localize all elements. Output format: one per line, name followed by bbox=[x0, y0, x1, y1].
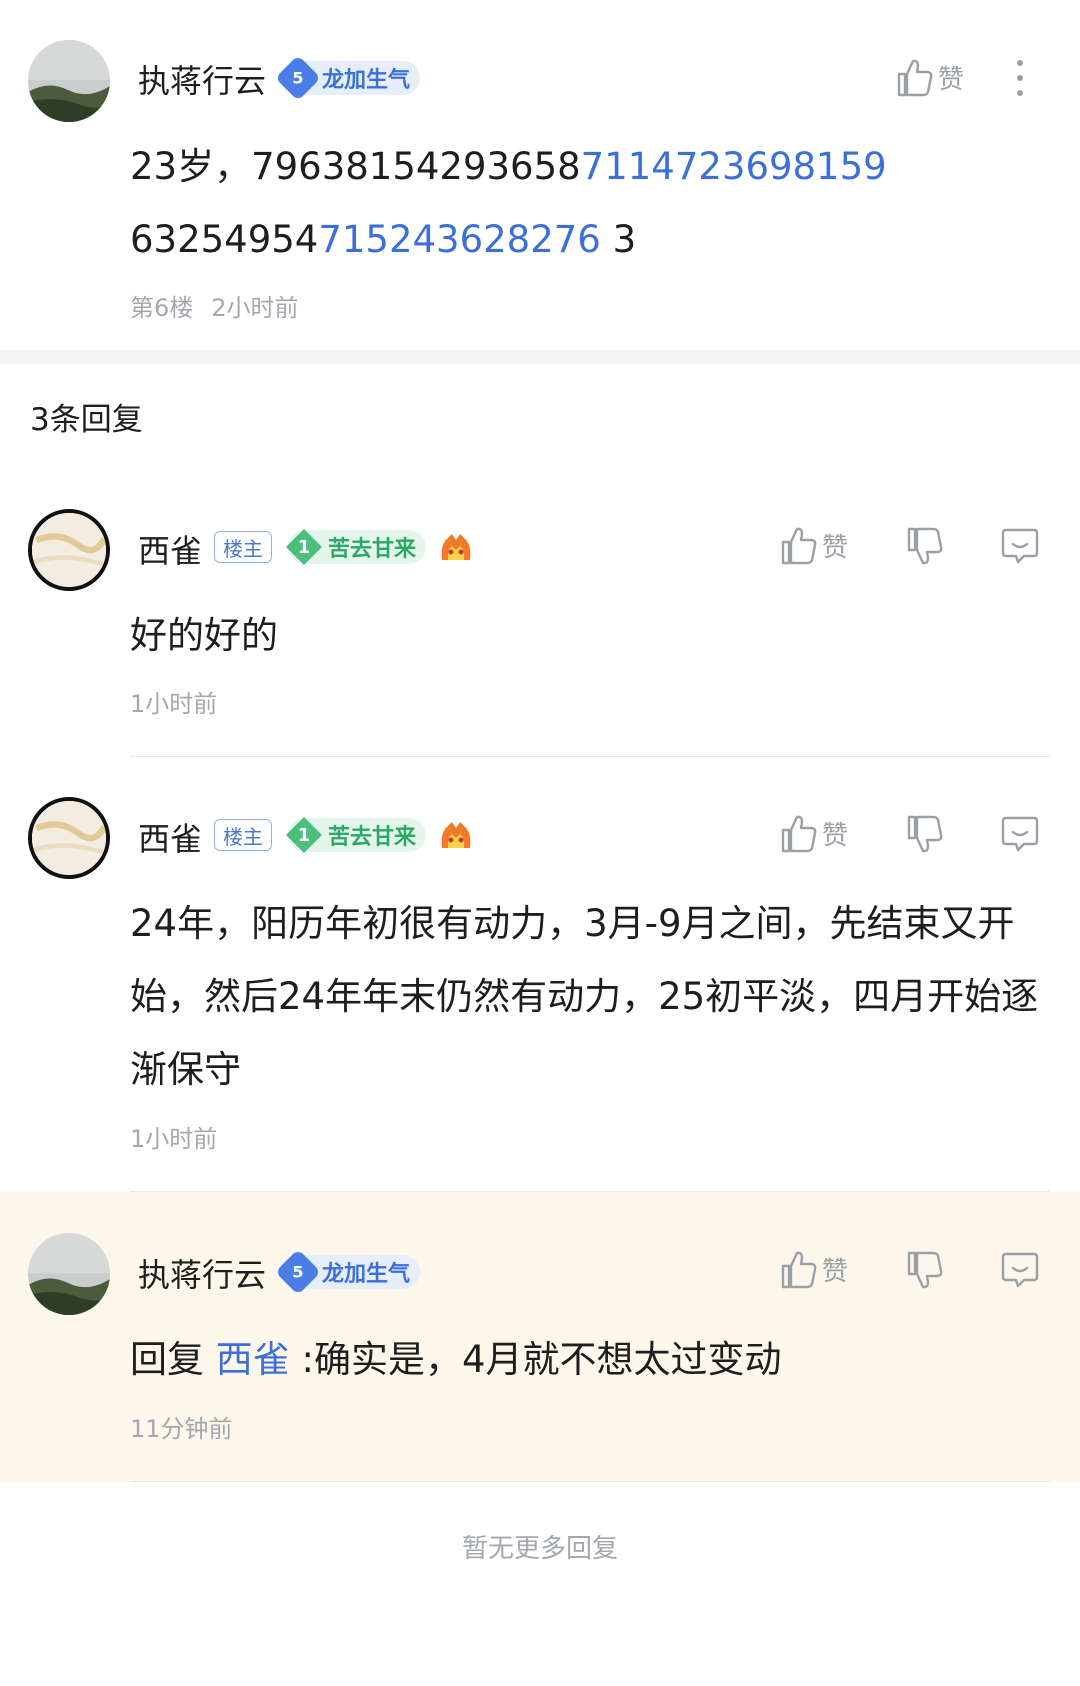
reply-time: 1小时前 bbox=[130, 690, 218, 718]
comment-icon[interactable] bbox=[1000, 814, 1040, 858]
floor-number: 第6楼 bbox=[130, 294, 194, 322]
flame-badge-icon bbox=[438, 530, 474, 564]
username[interactable]: 执蒋行云 bbox=[138, 56, 266, 102]
like-label: 赞 bbox=[822, 532, 849, 563]
thumbs-up-icon bbox=[781, 1251, 817, 1289]
level-badge: 1 苦去甘来 bbox=[286, 529, 427, 565]
avatar[interactable] bbox=[28, 797, 110, 879]
owner-tag: 楼主 bbox=[214, 819, 272, 851]
owner-tag: 楼主 bbox=[214, 531, 272, 563]
dislike-icon[interactable] bbox=[906, 526, 944, 572]
level-number: 1 bbox=[286, 817, 322, 853]
level-badge: 5 龙加生气 bbox=[275, 1249, 421, 1295]
reply-time: 11分钟前 bbox=[130, 1415, 233, 1443]
reply-content: 回复 西雀 :确实是，4月就不想太过变动 bbox=[130, 1323, 1040, 1396]
replies-count: 3条回复 bbox=[30, 402, 143, 438]
avatar[interactable] bbox=[28, 509, 110, 591]
like-button[interactable]: 赞 bbox=[780, 524, 848, 566]
section-separator bbox=[0, 350, 1080, 364]
reply-body: :确实是，4月就不想太过变动 bbox=[289, 1338, 782, 1381]
post-meta: 第6楼 2小时前 bbox=[130, 288, 299, 323]
like-label: 赞 bbox=[938, 64, 965, 95]
avatar[interactable] bbox=[28, 40, 110, 122]
post-text: 63254954 bbox=[130, 218, 319, 261]
phone-link[interactable]: 715243628276 bbox=[318, 218, 601, 261]
level-badge: 5 龙加生气 bbox=[275, 55, 421, 101]
username[interactable]: 西雀 bbox=[138, 526, 202, 572]
level-badge: 1 苦去甘来 bbox=[286, 817, 427, 853]
reply-content: 好的好的 bbox=[130, 614, 278, 657]
post-text: 23岁，79638154293658 bbox=[130, 145, 581, 188]
level-title: 苦去甘来 bbox=[328, 537, 417, 562]
comment-icon[interactable] bbox=[1000, 526, 1040, 570]
flame-badge-icon bbox=[438, 818, 474, 852]
level-number: 1 bbox=[286, 529, 322, 565]
level-title: 龙加生气 bbox=[322, 68, 411, 93]
more-options-icon[interactable] bbox=[1012, 58, 1028, 98]
reply-time: 1小时前 bbox=[130, 1125, 218, 1153]
like-button[interactable]: 赞 bbox=[780, 812, 848, 854]
thumbs-up-icon bbox=[781, 815, 817, 853]
like-button[interactable]: 赞 bbox=[896, 56, 964, 98]
username[interactable]: 西雀 bbox=[138, 814, 202, 860]
post-time: 2小时前 bbox=[211, 294, 299, 322]
level-number: 5 bbox=[275, 55, 321, 101]
post-content: 23岁，796381542936587114723698159 63254954… bbox=[130, 130, 1040, 276]
post-text: 3 bbox=[600, 218, 637, 261]
level-title: 龙加生气 bbox=[322, 1262, 411, 1287]
like-label: 赞 bbox=[822, 1256, 849, 1287]
thumbs-up-icon bbox=[781, 527, 817, 565]
thumbs-up-icon bbox=[897, 59, 933, 97]
divider bbox=[130, 1481, 1050, 1482]
avatar[interactable] bbox=[28, 1233, 110, 1315]
comment-icon[interactable] bbox=[1000, 1250, 1040, 1294]
like-label: 赞 bbox=[822, 820, 849, 851]
username[interactable]: 执蒋行云 bbox=[138, 1250, 266, 1296]
dislike-icon[interactable] bbox=[906, 814, 944, 860]
no-more-replies: 暂无更多回复 bbox=[461, 1534, 618, 1564]
phone-link[interactable]: 7114723698159 bbox=[581, 145, 887, 188]
like-button[interactable]: 赞 bbox=[780, 1248, 848, 1290]
reply-prefix: 回复 bbox=[130, 1338, 216, 1381]
reply-content: 24年，阳历年初很有动力，3月-9月之间，先结束又开始，然后24年年末仍然有动力… bbox=[130, 902, 1039, 1091]
reply-target-link[interactable]: 西雀 bbox=[216, 1338, 290, 1381]
dislike-icon[interactable] bbox=[906, 1250, 944, 1296]
divider bbox=[130, 756, 1050, 757]
level-title: 苦去甘来 bbox=[328, 825, 417, 850]
